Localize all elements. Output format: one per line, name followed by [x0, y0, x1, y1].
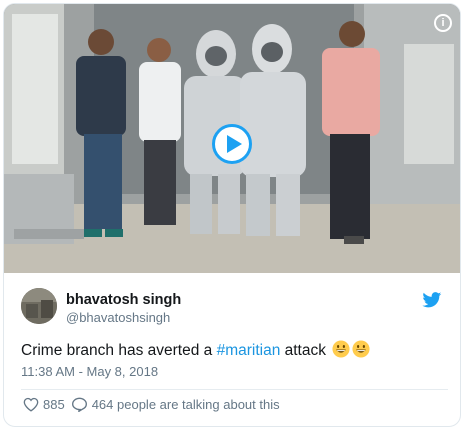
tweet-text-before: Crime branch has averted a [21, 342, 217, 359]
conversation-button[interactable]: 464 people are talking about this [71, 397, 280, 412]
tweet-text: Crime branch has averted a #maritian att… [21, 340, 370, 362]
hashtag-link[interactable]: #maritian [217, 342, 281, 359]
tweet-video-media[interactable]: i [4, 4, 460, 273]
grinning-face-emoji [352, 340, 370, 358]
divider [21, 389, 448, 390]
tweet-timestamp[interactable]: 11:38 AM - May 8, 2018 [21, 364, 158, 379]
tweet-author: bhavatosh singh @bhavatoshsingh [21, 288, 448, 328]
author-handle[interactable]: @bhavatoshsingh [66, 309, 181, 327]
grinning-face-emoji [332, 340, 350, 358]
info-icon[interactable]: i [434, 14, 452, 32]
tweet-text-after: attack [280, 342, 331, 359]
tweet-actions: 885 464 people are talking about this [23, 394, 286, 414]
play-button[interactable] [212, 124, 252, 164]
like-button[interactable]: 885 [23, 397, 65, 412]
talking-count-text: 464 people are talking about this [91, 396, 280, 412]
author-names[interactable]: bhavatosh singh @bhavatoshsingh [66, 291, 181, 327]
reply-bubble-icon [71, 397, 87, 412]
like-count: 885 [43, 396, 65, 412]
heart-icon [23, 397, 39, 412]
play-icon [227, 135, 242, 153]
author-display-name[interactable]: bhavatosh singh [66, 291, 181, 309]
embedded-tweet-card: i bhavatosh singh @bhavatoshsingh Crime … [3, 3, 461, 427]
twitter-bird-icon[interactable] [422, 292, 442, 308]
avatar[interactable] [21, 288, 57, 324]
